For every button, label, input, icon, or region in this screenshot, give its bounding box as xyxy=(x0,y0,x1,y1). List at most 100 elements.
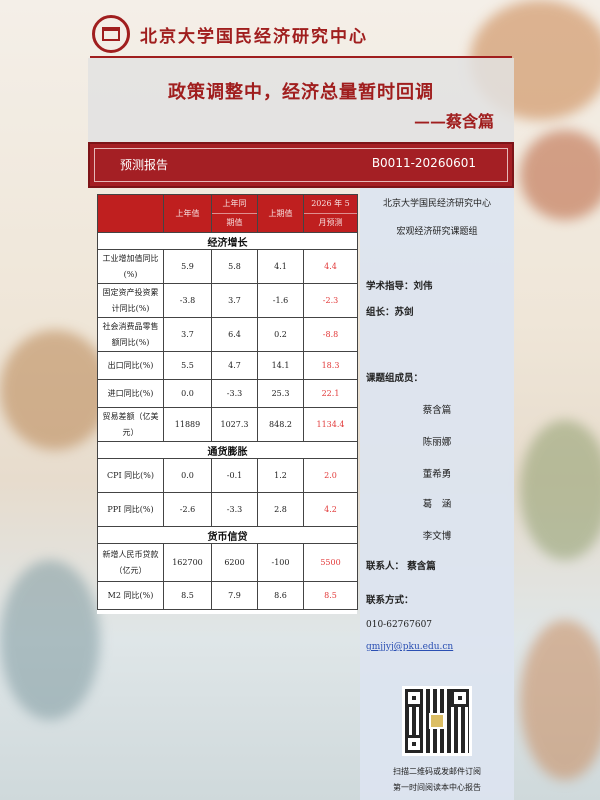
report-code: B0011-20260601 xyxy=(371,156,476,170)
qr-finder xyxy=(405,689,423,707)
cell-forecast: -8.8 xyxy=(303,317,358,352)
background-leaves xyxy=(520,130,600,220)
qr-code-icon[interactable] xyxy=(402,686,472,756)
row-label: 工业增加值同比(%) xyxy=(97,249,164,284)
cell-prev-year-same-period: 6.4 xyxy=(211,317,258,352)
report-banner: 预测报告 B0011-20260601 xyxy=(88,142,514,188)
sidebar-member: 陈丽娜 xyxy=(422,437,452,448)
cell-prev-year: 8.5 xyxy=(163,581,212,610)
header-cell: 上年同 期值 xyxy=(211,194,258,233)
header-cell: 上年值 xyxy=(163,194,212,233)
cell-prev-year-same-period: 5.8 xyxy=(211,249,258,284)
cell-prev-year-same-period: 6200 xyxy=(211,543,258,582)
row-label: 固定资产投资累计同比(%) xyxy=(97,283,164,318)
header-cell: 2026 年 5 月预测 xyxy=(303,194,358,233)
cell-prev-period: 25.3 xyxy=(257,379,304,408)
sidebar-contact-person: 联系人： 蔡含篇 xyxy=(366,561,436,572)
scan-text-1: 扫描二维码或发邮件订阅 xyxy=(393,767,481,776)
table-row: CPI 同比(%) 0.0 -0.1 1.2 2.0 xyxy=(97,458,358,493)
section-row: 货币信贷 xyxy=(97,526,358,544)
table-row: PPI 同比(%) -2.6 -3.3 2.8 4.2 xyxy=(97,492,358,527)
report-title: 政策调整中，经济总量暂时回调 xyxy=(168,82,434,103)
sidebar-member: 董希勇 xyxy=(422,469,452,480)
cell-forecast: 5500 xyxy=(303,543,358,582)
cell-prev-year-same-period: 3.7 xyxy=(211,283,258,318)
cell-forecast: 1134.4 xyxy=(303,407,358,442)
table-row: M2 同比(%) 8.5 7.9 8.6 8.5 xyxy=(97,581,358,610)
cell-prev-year: 0.0 xyxy=(163,379,212,408)
cell-prev-year: 11889 xyxy=(163,407,212,442)
cell-prev-year-same-period: -0.1 xyxy=(211,458,258,493)
sidebar-leader: 组长：苏剑 xyxy=(366,307,414,318)
cell-prev-year-same-period: 1027.3 xyxy=(211,407,258,442)
row-label: M2 同比(%) xyxy=(97,581,164,610)
table-row: 新增人民币贷款（亿元） 162700 6200 -100 5500 xyxy=(97,543,358,582)
header-line: 月预测 xyxy=(318,218,343,227)
cell-prev-year: 3.7 xyxy=(163,317,212,352)
scan-text-2: 第一时间阅读本中心报告 xyxy=(393,783,481,792)
table-row: 工业增加值同比(%) 5.9 5.8 4.1 4.4 xyxy=(97,249,358,284)
cell-prev-period: 8.6 xyxy=(257,581,304,610)
section-row: 经济增长 xyxy=(97,232,358,250)
qr-finder xyxy=(451,689,469,707)
sidebar-org: 北京大学国民经济研究中心 xyxy=(382,199,491,209)
section-title: 货币信贷 xyxy=(97,526,358,544)
cell-prev-period: 14.1 xyxy=(257,351,304,380)
cell-prev-period: 848.2 xyxy=(257,407,304,442)
cell-prev-year: -2.6 xyxy=(163,492,212,527)
forecast-table: 上年值 上年同 期值 上期值 2026 年 5 月预测 经济增长 工业增加值同比… xyxy=(97,194,358,610)
header-cell: 上期值 xyxy=(257,194,304,233)
cell-prev-year: 162700 xyxy=(163,543,212,582)
cell-forecast: -2.3 xyxy=(303,283,358,318)
background-leaves xyxy=(520,620,600,780)
cell-prev-period: 0.2 xyxy=(257,317,304,352)
sidebar-member: 李文博 xyxy=(422,531,452,542)
row-label: 进口同比(%) xyxy=(97,379,164,408)
cell-prev-year: 5.5 xyxy=(163,351,212,380)
cell-prev-period: 1.2 xyxy=(257,458,304,493)
section-title: 经济增长 xyxy=(97,232,358,250)
sidebar-member: 葛 涵 xyxy=(422,499,452,510)
university-seal-icon xyxy=(92,15,130,53)
section-title: 通货膨胀 xyxy=(97,441,358,459)
cell-forecast: 18.3 xyxy=(303,351,358,380)
row-label: PPI 同比(%) xyxy=(97,492,164,527)
cell-prev-year: -3.8 xyxy=(163,283,212,318)
table-row: 社会消费品零售额同比(%) 3.7 6.4 0.2 -8.8 xyxy=(97,317,358,352)
row-label: 贸易差额（亿美元） xyxy=(97,407,164,442)
row-label: 出口同比(%) xyxy=(97,351,164,380)
cell-prev-year-same-period: 7.9 xyxy=(211,581,258,610)
sidebar-contact-method: 联系方式： xyxy=(366,595,414,606)
sidebar-email-link[interactable]: gmjjyj@pku.edu.cn xyxy=(366,642,453,652)
cell-prev-year: 5.9 xyxy=(163,249,212,284)
cell-forecast: 2.0 xyxy=(303,458,358,493)
cell-prev-year: 0.0 xyxy=(163,458,212,493)
cell-forecast: 4.2 xyxy=(303,492,358,527)
header-line: 上年同 xyxy=(212,195,257,214)
info-sidebar: 北京大学国民经济研究中心 宏观经济研究课题组 学术指导：刘伟 组长：苏剑 课题组… xyxy=(360,188,514,800)
row-label: CPI 同比(%) xyxy=(97,458,164,493)
table-row: 进口同比(%) 0.0 -3.3 25.3 22.1 xyxy=(97,379,358,408)
table-row: 出口同比(%) 5.5 4.7 14.1 18.3 xyxy=(97,351,358,380)
cell-prev-period: 4.1 xyxy=(257,249,304,284)
qr-finder xyxy=(405,735,423,753)
qr-center-logo xyxy=(429,713,445,729)
sidebar-advisor: 学术指导：刘伟 xyxy=(366,281,433,292)
table-row: 固定资产投资累计同比(%) -3.8 3.7 -1.6 -2.3 xyxy=(97,283,358,318)
table-header-row: 上年值 上年同 期值 上期值 2026 年 5 月预测 xyxy=(97,194,358,233)
background-landscape xyxy=(520,420,600,560)
author: ——蔡含篇 xyxy=(413,112,494,131)
cell-prev-period: 2.8 xyxy=(257,492,304,527)
forecast-table-wrap: 上年值 上年同 期值 上期值 2026 年 5 月预测 经济增长 工业增加值同比… xyxy=(97,194,358,614)
cell-prev-year-same-period: -3.3 xyxy=(211,492,258,527)
cell-prev-year-same-period: 4.7 xyxy=(211,351,258,380)
cell-prev-period: -100 xyxy=(257,543,304,582)
header-logo: 北京大学国民经济研究中心 xyxy=(92,12,368,56)
sidebar-group: 宏观经济研究课题组 xyxy=(396,227,478,237)
background-landscape xyxy=(0,560,100,720)
table-row: 贸易差额（亿美元） 11889 1027.3 848.2 1134.4 xyxy=(97,407,358,442)
cell-forecast: 8.5 xyxy=(303,581,358,610)
sidebar-member: 蔡含篇 xyxy=(422,405,452,416)
header-cell-blank xyxy=(97,194,164,233)
background-landscape xyxy=(0,330,110,450)
